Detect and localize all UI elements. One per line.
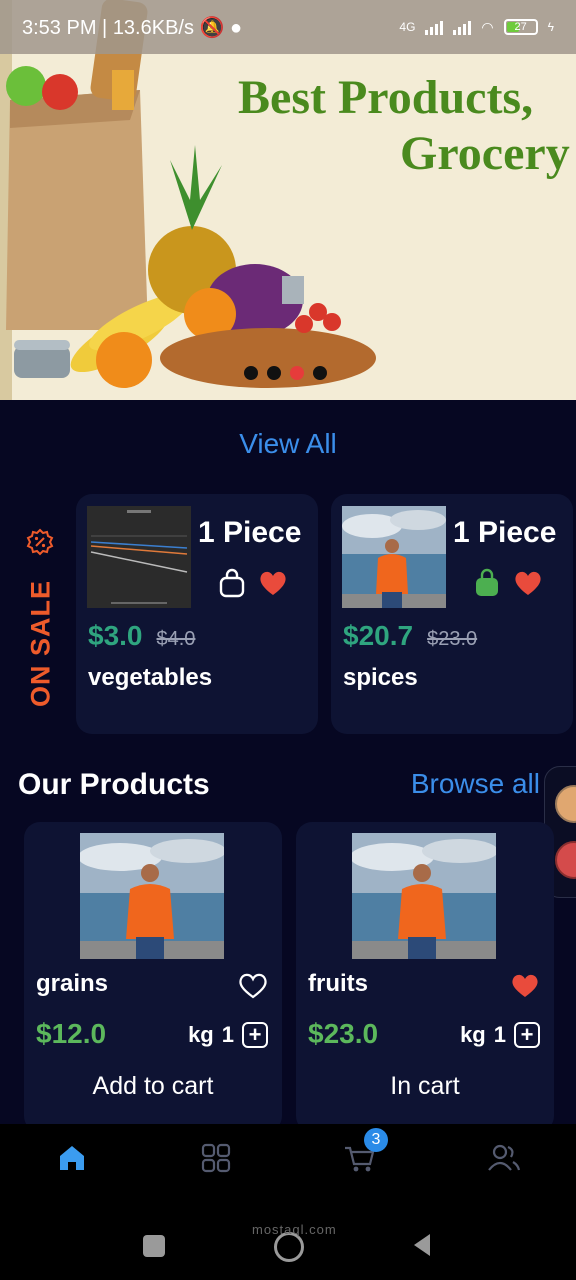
browse-all-link[interactable]: Browse all bbox=[411, 768, 540, 800]
globe-icon[interactable] bbox=[555, 841, 576, 879]
sale-quantity: 1 Piece bbox=[198, 516, 302, 549]
sale-price-row: $3.0 $4.0 bbox=[88, 620, 195, 652]
profile-icon bbox=[488, 1144, 521, 1171]
floating-avatar-button[interactable] bbox=[555, 785, 576, 823]
network-type: 4G bbox=[399, 20, 416, 34]
on-sale-label: ON SALE bbox=[25, 580, 56, 708]
wifi-icon: ◠ bbox=[481, 18, 494, 35]
product-image-chart bbox=[87, 506, 191, 608]
plus-icon[interactable]: + bbox=[242, 1022, 268, 1048]
hero-banner[interactable]: Best Products, Grocery bbox=[0, 0, 576, 400]
banner-title: Best Products, Grocery bbox=[238, 70, 570, 182]
quantity-stepper: kg 1 + bbox=[460, 1022, 540, 1048]
sale-price: $3.0 bbox=[88, 620, 143, 651]
carousel-dot-active[interactable] bbox=[290, 366, 304, 380]
status-separator: | bbox=[102, 16, 108, 39]
banner-title-line1: Best Products, bbox=[238, 71, 534, 124]
back-button[interactable] bbox=[410, 1232, 434, 1258]
in-cart-button[interactable]: In cart bbox=[296, 1072, 554, 1101]
status-right: 4G ◠ 27 ϟ bbox=[399, 19, 554, 36]
our-products-title: Our Products bbox=[18, 768, 210, 801]
banner-title-line2: Grocery bbox=[400, 127, 570, 180]
notification-icon: ● bbox=[230, 16, 243, 39]
status-speed: 13.6KB/s bbox=[112, 16, 194, 39]
unit-label: kg bbox=[460, 1022, 486, 1047]
product-image-photo bbox=[80, 833, 224, 959]
heart-outline-icon[interactable] bbox=[238, 972, 268, 1000]
quantity-value: 1 bbox=[493, 1022, 506, 1047]
categories-icon bbox=[201, 1143, 231, 1173]
sale-price-row: $20.7 $23.0 bbox=[343, 620, 477, 652]
cart-count-badge: 3 bbox=[364, 1128, 388, 1152]
sale-old-price: $4.0 bbox=[156, 628, 196, 650]
status-left: 3:53 PM | 13.6KB/s 🔕 ● bbox=[22, 15, 242, 40]
grocery-bag-illustration bbox=[0, 0, 376, 400]
shopping-bag-icon[interactable] bbox=[218, 568, 246, 598]
signal-icon bbox=[453, 19, 472, 35]
sale-actions bbox=[473, 568, 543, 598]
quantity-value: 1 bbox=[221, 1022, 234, 1047]
add-to-cart-button[interactable]: Add to cart bbox=[24, 1072, 282, 1101]
plus-icon[interactable]: + bbox=[514, 1022, 540, 1048]
view-all-link[interactable]: View All bbox=[0, 428, 576, 460]
product-price: $12.0 bbox=[36, 1018, 107, 1049]
nav-profile[interactable] bbox=[484, 1138, 524, 1178]
watermark: mostaql.com bbox=[252, 1222, 337, 1237]
sale-card[interactable]: 1 Piece $3.0 $4.0 vegetables bbox=[76, 494, 318, 734]
charging-icon: ϟ bbox=[547, 20, 554, 34]
sale-product-name: spices bbox=[343, 664, 418, 691]
unit-label: kg bbox=[188, 1022, 214, 1047]
on-sale-rail: ON SALE bbox=[22, 528, 58, 708]
sale-price: $20.7 bbox=[343, 620, 414, 651]
home-icon bbox=[60, 1146, 84, 1170]
sale-badge-icon bbox=[26, 528, 54, 556]
status-bar: 3:53 PM | 13.6KB/s 🔕 ● 4G ◠ 27 ϟ bbox=[0, 0, 576, 54]
bottom-navigation: 3 bbox=[0, 1124, 576, 1192]
product-image-photo bbox=[352, 833, 496, 959]
nav-categories[interactable] bbox=[196, 1138, 236, 1178]
carousel-dots bbox=[244, 366, 327, 380]
sale-card[interactable]: 1 Piece $20.7 $23.0 spices bbox=[331, 494, 573, 734]
nav-cart[interactable]: 3 bbox=[340, 1128, 388, 1178]
sale-actions bbox=[218, 568, 288, 598]
product-name: fruits bbox=[308, 970, 368, 997]
product-price: $23.0 bbox=[308, 1018, 379, 1049]
nav-home[interactable] bbox=[52, 1138, 92, 1178]
carousel-dot[interactable] bbox=[244, 366, 258, 380]
muted-alarm-icon: 🔕 bbox=[199, 16, 225, 39]
system-navigation: mostaql.com bbox=[0, 1192, 576, 1280]
sale-product-name: vegetables bbox=[88, 664, 213, 691]
product-name: grains bbox=[36, 970, 109, 997]
shopping-bag-filled-icon[interactable] bbox=[473, 568, 501, 598]
status-time: 3:53 PM bbox=[22, 16, 97, 39]
sale-quantity: 1 Piece bbox=[453, 516, 557, 549]
battery-level: 27 bbox=[514, 21, 527, 33]
signal-icon bbox=[425, 19, 444, 35]
heart-icon[interactable] bbox=[258, 569, 288, 597]
battery-icon: 27 bbox=[503, 19, 538, 35]
sale-old-price: $23.0 bbox=[427, 628, 478, 650]
product-card[interactable]: fruits $23.0 kg 1 + In cart bbox=[296, 822, 554, 1132]
carousel-dot[interactable] bbox=[267, 366, 281, 380]
product-image-photo bbox=[342, 506, 446, 608]
carousel-dot[interactable] bbox=[313, 366, 327, 380]
recents-button[interactable] bbox=[143, 1235, 165, 1257]
product-card[interactable]: grains $12.0 kg 1 + Add to cart bbox=[24, 822, 282, 1132]
heart-icon[interactable] bbox=[513, 569, 543, 597]
heart-icon[interactable] bbox=[510, 972, 540, 1000]
quantity-stepper: kg 1 + bbox=[188, 1022, 268, 1048]
